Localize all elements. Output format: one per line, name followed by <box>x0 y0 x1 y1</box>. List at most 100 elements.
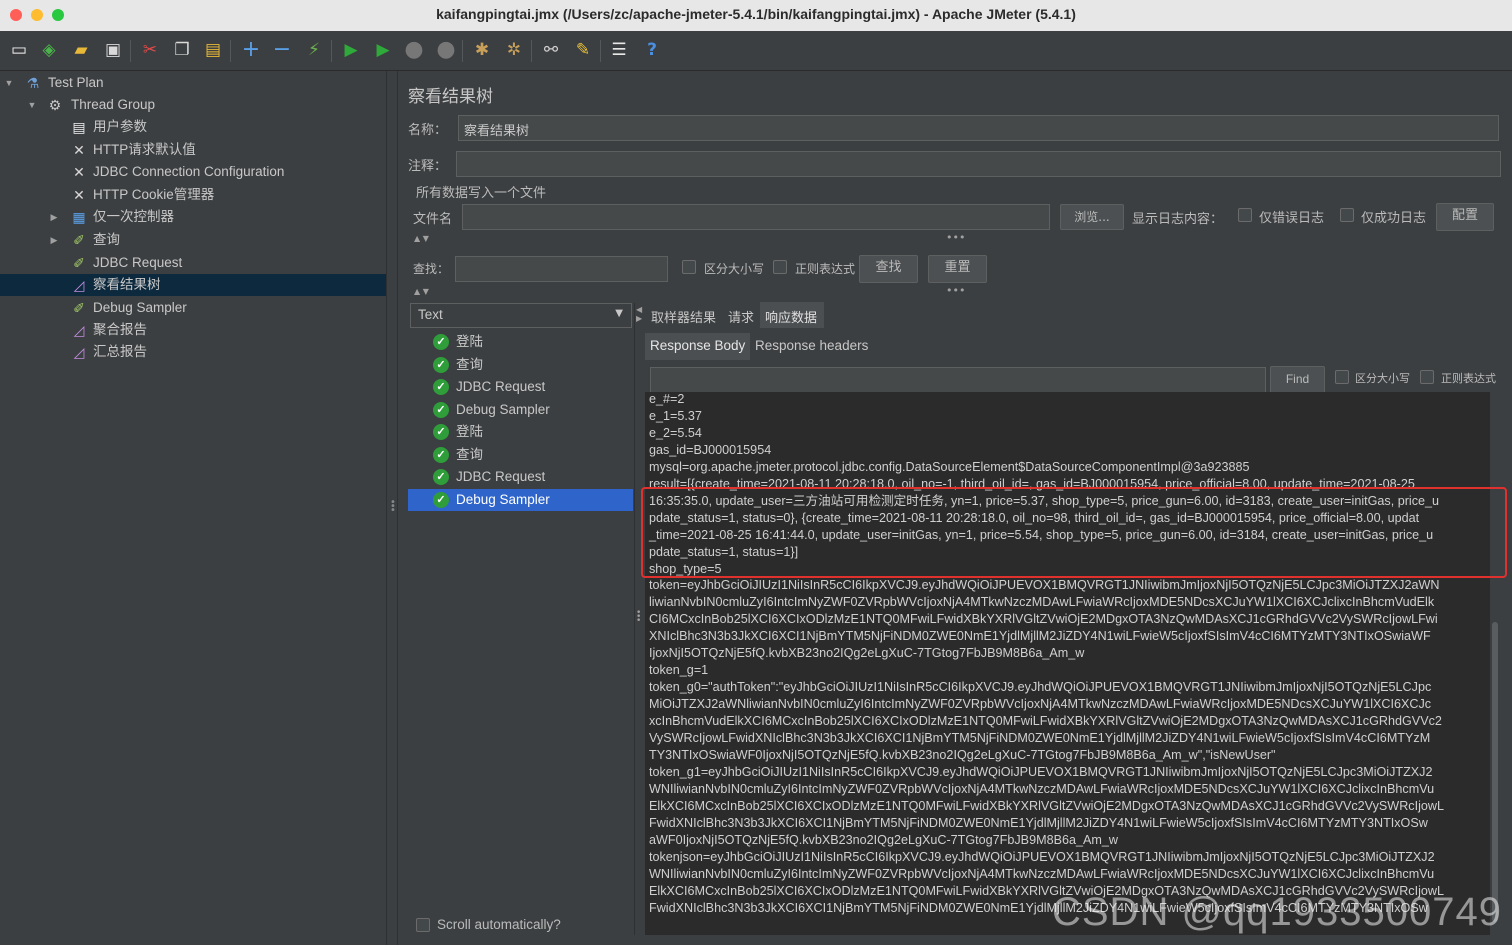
panel-splitter[interactable]: ▲ ▼ ••• <box>408 284 1500 300</box>
config-icon: ✕ <box>73 142 85 158</box>
filename-field[interactable] <box>462 204 1050 230</box>
start-no-pause-icon[interactable]: ▶ <box>370 37 396 63</box>
tree-item-label: 汇总报告 <box>93 344 147 359</box>
cut-icon[interactable]: ✂ <box>137 37 163 63</box>
tab-response-body[interactable]: Response Body <box>645 333 750 360</box>
success-check-icon: ✓ <box>433 424 449 440</box>
result-item-selected[interactable]: ✓ Debug Sampler <box>408 489 633 511</box>
toolbar: ▭ ◈ ▰ ▣ ✂ ❐ ▤ + − ⚡ ▶ ▶ ● ● ✱ ✲ ⚯ ✎ ☰ ? <box>0 31 1512 71</box>
expand-icon[interactable]: + <box>238 37 264 63</box>
result-item-label: Debug Sampler <box>456 492 550 507</box>
collapse-arrow-icon[interactable]: ▼ <box>3 72 15 94</box>
response-scrollbar[interactable] <box>1490 392 1500 935</box>
tab-response-data[interactable]: 响应数据 <box>760 302 824 328</box>
response-regex-checkbox[interactable] <box>1420 370 1434 384</box>
templates-icon[interactable]: ◈ <box>36 37 62 63</box>
watermark: CSDN @qq1933500749 <box>1051 890 1502 934</box>
expand-arrow-icon[interactable]: ▶ <box>48 229 60 251</box>
splitter-arrows-icon[interactable]: ◀ ▶ <box>636 305 642 323</box>
expand-arrow-icon[interactable]: ▶ <box>48 206 60 228</box>
tree-item-summary-report[interactable]: ◿ 汇总报告 <box>0 341 386 363</box>
tab-request[interactable]: 请求 <box>728 307 754 326</box>
find-button[interactable]: 查找 <box>859 255 918 283</box>
tree-item-view-results-tree[interactable]: ◿ 察看结果树 <box>0 274 386 296</box>
search-field[interactable] <box>455 256 668 282</box>
tree-item-aggregate-report[interactable]: ◿ 聚合报告 <box>0 319 386 341</box>
browse-button[interactable]: 浏览... <box>1060 204 1124 230</box>
result-item[interactable]: ✓ 登陆 <box>408 331 633 353</box>
success-only-checkbox[interactable] <box>1340 208 1354 222</box>
function-helper-icon[interactable]: ☰ <box>606 37 632 63</box>
reset-search-icon[interactable]: ✎ <box>570 37 596 63</box>
result-item[interactable]: ✓ 登陆 <box>408 421 633 443</box>
response-case-checkbox[interactable] <box>1335 370 1349 384</box>
tree-item-label: HTTP请求默认值 <box>93 142 196 157</box>
response-line: ElkXCI6MCxcInBob25lXCI6XCIxODlzMzE1NTQ0M… <box>649 798 1444 813</box>
case-sensitive-checkbox[interactable] <box>682 260 696 274</box>
tree-item-cookie-manager[interactable]: ✕ HTTP Cookie管理器 <box>0 184 386 206</box>
tree-item-thread-group[interactable]: ▼ ⚙ Thread Group <box>0 94 386 116</box>
success-only-label: 仅成功日志 <box>1361 211 1427 226</box>
paste-icon[interactable]: ▤ <box>200 37 226 63</box>
splitter-arrows-icon[interactable]: ▲ ▼ <box>414 287 429 296</box>
help-icon[interactable]: ? <box>639 37 665 63</box>
panel-splitter[interactable]: ▲ ▼ ••• <box>408 231 1500 247</box>
collapse-arrow-icon[interactable]: ▼ <box>26 94 38 116</box>
tree-item-test-plan[interactable]: ▼ ⚗ Test Plan <box>0 72 386 94</box>
shutdown-icon[interactable]: ● <box>433 37 459 63</box>
toolbar-separator <box>600 40 601 62</box>
scroll-auto-checkbox[interactable] <box>416 918 430 932</box>
result-item[interactable]: ✓ JDBC Request <box>408 466 633 488</box>
result-item[interactable]: ✓ Debug Sampler <box>408 399 633 421</box>
highlight-annotation <box>641 487 1507 578</box>
name-field[interactable]: 察看结果树 <box>458 115 1499 141</box>
start-icon[interactable]: ▶ <box>338 37 364 63</box>
tree-item-once-controller[interactable]: ▶ ▦ 仅一次控制器 <box>0 206 386 228</box>
tab-sampler-result[interactable]: 取样器结果 <box>651 307 716 326</box>
tree-splitter[interactable]: • • • <box>386 71 398 945</box>
tree-item-jdbc-request[interactable]: ✐ JDBC Request <box>0 252 386 274</box>
response-line: e_#=2 <box>649 392 685 406</box>
tree-item-query[interactable]: ▶ ✐ 查询 <box>0 229 386 251</box>
tree-item-user-params[interactable]: ▤ 用户参数 <box>0 116 386 138</box>
regex-label: 正则表达式 <box>795 262 856 276</box>
tree-item-jdbc-config[interactable]: ✕ JDBC Connection Configuration <box>0 161 386 183</box>
tree-item-label: 聚合报告 <box>93 322 147 337</box>
toolbar-separator <box>462 40 463 62</box>
result-item[interactable]: ✓ 查询 <box>408 444 633 466</box>
comment-field[interactable] <box>456 151 1501 177</box>
result-item-label: JDBC Request <box>456 379 546 394</box>
response-line: mysql=org.apache.jmeter.protocol.jdbc.co… <box>649 459 1250 474</box>
search-icon[interactable]: ⚯ <box>538 37 564 63</box>
regex-checkbox[interactable] <box>773 260 787 274</box>
renderer-select[interactable]: Text ▼ <box>410 303 632 328</box>
tree-item-debug-sampler[interactable]: ✐ Debug Sampler <box>0 297 386 319</box>
result-item[interactable]: ✓ 查询 <box>408 354 633 376</box>
collapse-icon[interactable]: − <box>269 37 295 63</box>
results-splitter[interactable]: ◀ ▶ • • • <box>634 303 643 935</box>
tree-item-http-defaults[interactable]: ✕ HTTP请求默认值 <box>0 139 386 161</box>
errors-only-checkbox[interactable] <box>1238 208 1252 222</box>
splitter-arrows-icon[interactable]: ▲ ▼ <box>414 234 429 243</box>
reset-button[interactable]: 重置 <box>928 255 987 283</box>
response-line: FwidXNIclBhc3N3b3JkXCI6XCI1NjBmYTM5NjFiN… <box>649 815 1428 830</box>
response-body-text[interactable]: e_#=2 e_1=5.37 e_2=5.54 gas_id=BJ000015954 m… <box>645 392 1490 935</box>
result-item-label: 查询 <box>456 447 483 462</box>
toggle-icon[interactable]: ⚡ <box>301 37 327 63</box>
stop-icon[interactable]: ● <box>401 37 427 63</box>
configure-button[interactable]: 配置 <box>1436 203 1494 231</box>
response-find-button[interactable]: Find <box>1270 366 1325 394</box>
open-icon[interactable]: ▰ <box>68 37 94 63</box>
new-icon[interactable]: ▭ <box>6 37 32 63</box>
response-search-field[interactable] <box>650 367 1266 393</box>
result-item[interactable]: ✓ JDBC Request <box>408 376 633 398</box>
copy-icon[interactable]: ❐ <box>169 37 195 63</box>
config-icon: ✕ <box>73 187 85 203</box>
save-icon[interactable]: ▣ <box>100 37 126 63</box>
response-scrollbar-thumb[interactable] <box>1492 622 1498 922</box>
search-label: 查找： <box>413 262 450 276</box>
response-line: gas_id=BJ000015954 <box>649 442 772 457</box>
clear-icon[interactable]: ✱ <box>469 37 495 63</box>
tab-response-headers[interactable]: Response headers <box>755 338 868 353</box>
clear-all-icon[interactable]: ✲ <box>501 37 527 63</box>
